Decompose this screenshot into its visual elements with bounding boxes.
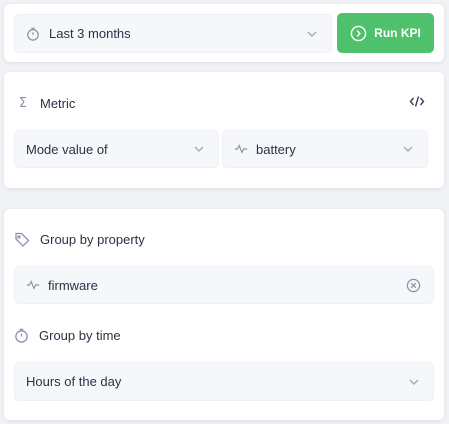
activity-icon: [26, 279, 40, 291]
date-range-select[interactable]: Last 3 months: [14, 14, 332, 53]
activity-icon: [234, 143, 248, 155]
code-icon[interactable]: [408, 94, 425, 108]
metric-header: Σ Metric: [17, 95, 76, 111]
group-by-property-field[interactable]: firmware: [14, 266, 434, 304]
group-by-property-title: Group by property: [40, 231, 145, 247]
group-by-time-select[interactable]: Hours of the day: [14, 362, 434, 401]
play-circle-icon: [350, 25, 367, 42]
aggregation-value: Mode value of: [26, 141, 108, 157]
group-by-property-value: firmware: [48, 277, 98, 293]
group-by-property-header: Group by property: [14, 231, 145, 247]
clear-circle-icon[interactable]: [406, 278, 421, 293]
stopwatch-icon: [14, 328, 29, 343]
stopwatch-icon: [26, 27, 40, 41]
date-range-value: Last 3 months: [49, 26, 131, 41]
group-by-time-header: Group by time: [14, 327, 121, 343]
chevron-down-icon: [192, 142, 206, 156]
group-by-time-title: Group by time: [39, 327, 121, 343]
metric-property-value: battery: [256, 141, 296, 157]
run-kpi-label: Run KPI: [374, 26, 421, 40]
run-kpi-button[interactable]: Run KPI: [337, 13, 434, 53]
tag-icon: [14, 232, 31, 247]
metric-title: Metric: [40, 95, 76, 111]
sigma-icon: Σ: [18, 95, 28, 111]
chevron-down-icon: [401, 142, 415, 156]
group-by-time-value: Hours of the day: [26, 374, 122, 389]
aggregation-select[interactable]: Mode value of: [14, 130, 219, 168]
chevron-down-icon: [305, 27, 319, 41]
chevron-down-icon: [407, 375, 421, 389]
metric-property-select[interactable]: battery: [222, 130, 428, 168]
